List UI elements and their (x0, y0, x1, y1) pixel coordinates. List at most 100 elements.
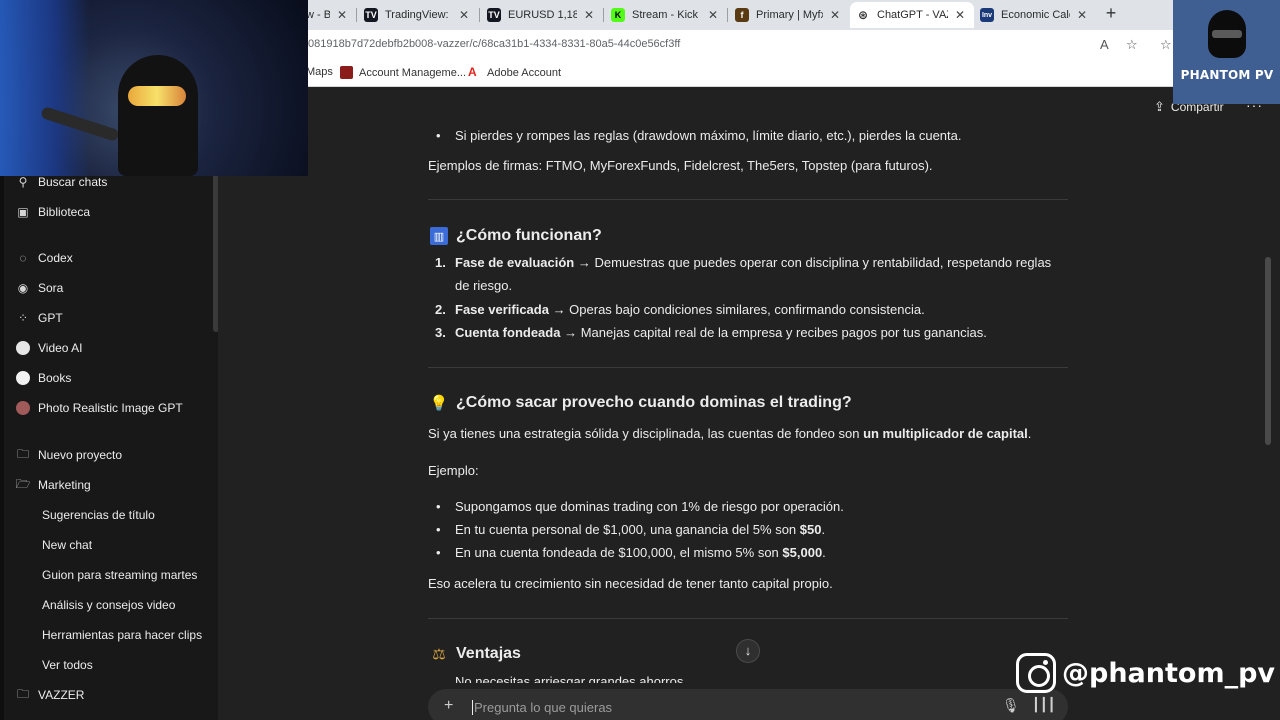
bookmark-item[interactable]: Account Manageme... (340, 66, 466, 79)
bar-chart-icon: ▥ (430, 227, 448, 245)
sidebar-item-new-project[interactable]: 🗀 Nuevo proyecto (16, 442, 208, 468)
account-icon (340, 66, 353, 79)
browser-tab-active[interactable]: ⊛ ChatGPT - VAZZ ✕ (850, 2, 974, 28)
paragraph: Ejemplos de firmas: FTMO, MyForexFunds, … (428, 158, 933, 173)
sidebar-item-photo-realistic[interactable]: Photo Realistic Image GPT (16, 395, 208, 421)
logo-glasses-icon (1212, 30, 1242, 38)
url-field[interactable]: 081918b7d72debfb2b008-vazzer/c/68ca31b1-… (308, 38, 680, 50)
close-tab-icon[interactable]: ✕ (456, 8, 472, 22)
list-number: 2. (435, 302, 446, 317)
books-icon (16, 371, 30, 385)
browser-tab[interactable]: Inv Economic Calen ✕ (974, 2, 1096, 28)
bookmark-item[interactable]: A Adobe Account (468, 66, 561, 79)
sidebar-chat-item[interactable]: Sugerencias de título (42, 502, 234, 528)
tradingview-icon: TV (364, 8, 378, 22)
list-item: • Si pierdes y rompes las reglas (drawdo… (436, 128, 962, 143)
divider (428, 618, 1068, 619)
section-heading: ⚖ Ventajas (430, 645, 521, 663)
close-tab-icon[interactable]: ✕ (952, 8, 968, 22)
divider (428, 367, 1068, 368)
share-icon: ⇪ (1154, 99, 1165, 114)
sidebar-item-codex[interactable]: ◌ Codex (16, 245, 208, 271)
kick-icon: K (611, 8, 625, 22)
list-item: • En una cuenta fondeada de $100,000, el… (436, 545, 826, 560)
browser-tab[interactable]: K Stream - Kick Da ✕ (605, 2, 727, 28)
sora-icon: ◉ (17, 281, 29, 295)
tab-separator (603, 8, 604, 22)
list-item: • Supongamos que dominas trading con 1% … (436, 499, 844, 514)
scales-icon: ⚖ (432, 646, 446, 663)
close-tab-icon[interactable]: ✕ (1074, 8, 1090, 22)
tab-separator (356, 8, 357, 22)
sidebar-item-gpt[interactable]: ⁘ GPT (16, 305, 208, 331)
browser-tab[interactable]: TV TradingView: sig ✕ (358, 2, 478, 28)
divider (428, 199, 1068, 200)
tab-separator (479, 8, 480, 22)
sidebar-chat-item[interactable]: New chat (42, 532, 234, 558)
folder-icon: 🗀 (16, 686, 29, 701)
section-heading: ▥ ¿Cómo funcionan? (430, 227, 602, 245)
screen: w - Bu ✕ TV TradingView: sig ✕ TV EURUSD… (0, 0, 1280, 720)
chatgpt-icon: ⊛ (856, 8, 870, 22)
browser-tab[interactable]: w - Bu ✕ (300, 2, 356, 28)
close-tab-icon[interactable]: ✕ (334, 8, 350, 22)
list-number: 3. (435, 325, 446, 340)
scroll-to-bottom-button[interactable]: ↓ (736, 639, 760, 663)
read-aloud-icon[interactable]: A (1100, 37, 1109, 52)
close-tab-icon[interactable]: ✕ (705, 8, 721, 22)
list-item: Cuenta fondeada → Manejas capital real d… (455, 325, 987, 340)
instagram-watermark: @phantom_pv (1016, 653, 1275, 693)
sidebar-chat-item[interactable]: Herramientas para hacer clips (42, 622, 234, 648)
video-ai-icon (16, 341, 30, 355)
bookmark-item[interactable]: Maps (306, 66, 333, 78)
star-icon[interactable]: ☆ (1126, 37, 1138, 53)
investing-icon: Inv (980, 8, 994, 22)
voice-mode-icon[interactable]: ┃┃┃ (1032, 697, 1055, 713)
watermark-handle: @phantom_pv (1062, 657, 1276, 689)
tradingview-icon: TV (487, 8, 501, 22)
prompt-input[interactable]: Pregunta lo que quieras (472, 700, 612, 715)
folder-open-icon: 🗁 (15, 476, 31, 491)
new-tab-button[interactable]: + (1101, 3, 1121, 23)
sidebar-item-marketing[interactable]: 🗁 Marketing (16, 472, 208, 498)
paragraph: Ejemplo: (428, 463, 479, 478)
webcam-goggles (128, 86, 186, 106)
photo-gpt-avatar (16, 401, 30, 415)
list-item-continuation: de riesgo. (455, 278, 513, 293)
sidebar-item-vazzer[interactable]: 🗀 VAZZER (16, 682, 208, 708)
browser-tab[interactable]: TV EURUSD 1,1851 ✕ (481, 2, 603, 28)
chat-scrollbar[interactable] (1265, 257, 1271, 445)
paragraph: Eso acelera tu crecimiento sin necesidad… (428, 576, 833, 591)
paragraph: Si ya tienes una estrategia sólida y dis… (428, 426, 1032, 441)
message-composer[interactable]: + Pregunta lo que quieras 🎙 ┃┃┃ (428, 689, 1068, 720)
adobe-icon: A (468, 65, 477, 79)
lightbulb-icon: 💡 (429, 395, 449, 412)
list-item: Fase verificada → Operas bajo condicione… (455, 302, 925, 317)
list-item: Fase de evaluación → Demuestras que pued… (455, 255, 1052, 270)
close-tab-icon[interactable]: ✕ (581, 8, 597, 22)
sidebar-see-all[interactable]: Ver todos (42, 652, 234, 678)
close-tab-icon[interactable]: ✕ (827, 8, 843, 22)
grid-icon: ⁘ (17, 311, 29, 325)
microphone-icon[interactable]: 🎙 (1002, 697, 1020, 714)
sidebar-item-library[interactable]: ▣ Biblioteca (16, 199, 208, 225)
logo-text: PHANTOM PV (1180, 68, 1274, 82)
folder-plus-icon: 🗀 (16, 446, 29, 461)
add-attachment-icon[interactable]: + (444, 697, 453, 715)
sidebar-chat-item[interactable]: Guion para streaming martes (42, 562, 234, 588)
chat-main: ⇪ Compartir ··· • Si pierdes y rompes la… (218, 87, 1280, 720)
favorites-icon[interactable]: ☆ (1160, 37, 1172, 53)
library-icon: ▣ (17, 205, 29, 219)
search-icon: ⚲ (18, 175, 28, 189)
myfxbook-icon: f (735, 8, 749, 22)
section-heading: 💡 ¿Cómo sacar provecho cuando dominas el… (429, 394, 852, 412)
sidebar: ⌄ ⚲ Buscar chats ▣ Biblioteca ◌ Codex ◉ … (0, 87, 320, 720)
sidebar-chat-item[interactable]: Análisis y consejos video (42, 592, 234, 618)
browser-tab[interactable]: f Primary | Myfxb ✕ (729, 2, 849, 28)
tab-separator (727, 8, 728, 22)
sidebar-item-sora[interactable]: ◉ Sora (16, 275, 208, 301)
list-item: • No necesitas arriesgar grandes ahorros… (455, 674, 687, 683)
sidebar-item-books[interactable]: Books (16, 365, 208, 391)
sidebar-item-video-ai[interactable]: Video AI (16, 335, 208, 361)
list-number: 1. (435, 255, 446, 270)
